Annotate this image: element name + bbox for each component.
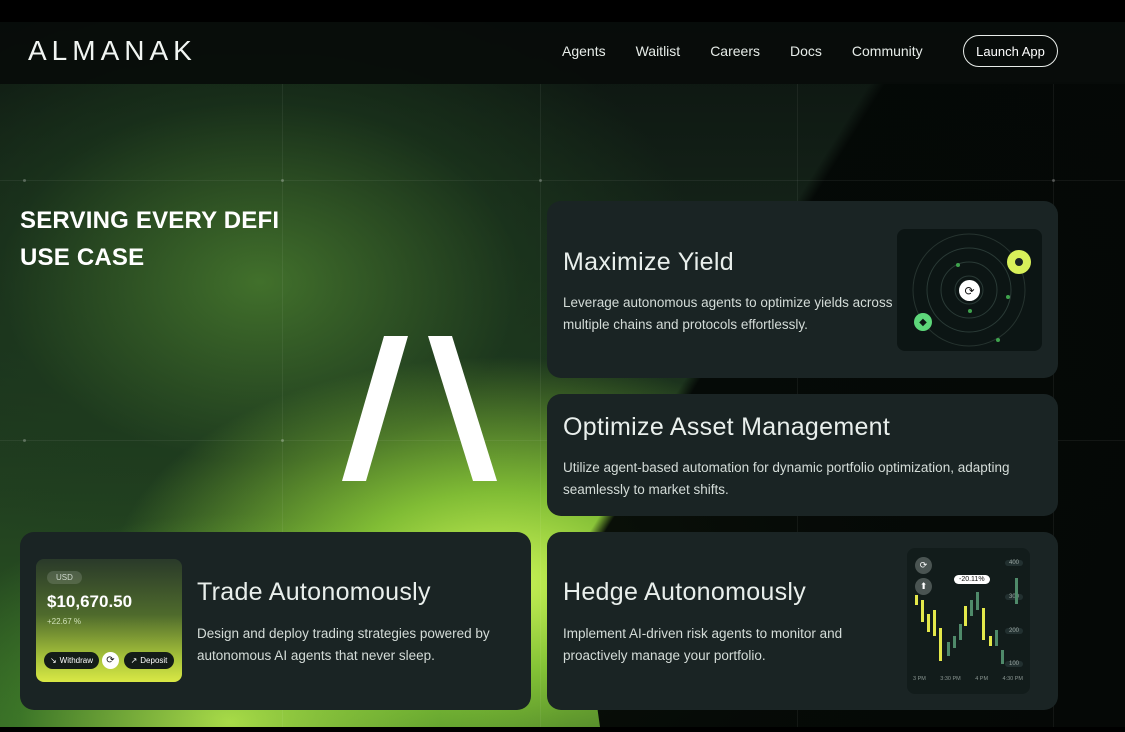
- card-description: Design and deploy trading strategies pow…: [197, 626, 490, 663]
- x-tick: 4:30 PM: [1002, 676, 1023, 682]
- candles-graphic: [915, 578, 1018, 664]
- wallet-change: +22.67 %: [47, 617, 82, 626]
- hero-headline-line1: SERVING EVERY DEFI: [20, 207, 280, 234]
- ethereum-icon: ◆: [914, 313, 932, 331]
- nav-link-community[interactable]: Community: [852, 43, 923, 59]
- nav-link-agents[interactable]: Agents: [562, 43, 606, 59]
- currency-badge: USD: [47, 571, 82, 584]
- card-title: Maximize Yield: [563, 248, 734, 276]
- card-maximize-yield[interactable]: Maximize Yield Leverage autonomous agent…: [547, 201, 1058, 378]
- hero-headline-line2: USE CASE: [20, 244, 145, 271]
- bottom-edge: [0, 727, 1125, 732]
- card-optimize-asset-management[interactable]: Optimize Asset Management Utilize agent-…: [547, 394, 1058, 516]
- grid-dot: [23, 179, 26, 182]
- grid-dot: [281, 179, 284, 182]
- almanak-mark-icon: [342, 336, 497, 481]
- grid-dot: [1052, 179, 1055, 182]
- orbit-illustration: ⟳ ◆: [897, 229, 1042, 351]
- almanak-logo[interactable]: ALMANAK: [28, 35, 197, 67]
- nav-link-careers[interactable]: Careers: [710, 43, 760, 59]
- card-description: Implement AI-driven risk agents to monit…: [563, 626, 843, 663]
- deposit-label: Deposit: [140, 656, 168, 665]
- yield-token-icon: [1007, 250, 1031, 274]
- hero-headline: SERVING EVERY DEFI USE CASE: [20, 202, 279, 276]
- grid-dot: [281, 439, 284, 442]
- nav-link-docs[interactable]: Docs: [790, 43, 822, 59]
- launch-app-button[interactable]: Launch App: [963, 35, 1058, 67]
- wallet-balance: $10,670.50: [47, 592, 133, 611]
- withdraw-button[interactable]: ↘ Withdraw: [44, 652, 99, 669]
- nav-link-waitlist[interactable]: Waitlist: [636, 43, 681, 59]
- card-description: Utilize agent-based automation for dynam…: [563, 460, 1010, 497]
- candlestick-illustration: ⟳ ⬆ -20.11% 400 300 200 100 3 PM 3:30 PM…: [907, 548, 1030, 694]
- grid-dot: [539, 179, 542, 182]
- top-edge: [0, 0, 1125, 22]
- card-hedge-autonomously[interactable]: Hedge Autonomously Implement AI-driven r…: [547, 532, 1058, 710]
- wallet-widget: USD $10,670.50 +22.67 % ↘ Withdraw ⟳ ↗ D…: [36, 559, 182, 682]
- x-tick: 3 PM: [913, 676, 926, 682]
- card-title: Optimize Asset Management: [563, 413, 891, 441]
- withdraw-arrow-icon: ↘: [49, 656, 57, 665]
- card-trade-autonomously[interactable]: USD $10,670.50 +22.67 % ↘ Withdraw ⟳ ↗ D…: [20, 532, 531, 710]
- grid-dot: [23, 439, 26, 442]
- deposit-arrow-icon: ↗: [130, 656, 138, 665]
- withdraw-label: Withdraw: [59, 656, 94, 665]
- card-description: Leverage autonomous agents to optimize y…: [563, 295, 893, 332]
- x-tick: 3:30 PM: [940, 676, 961, 682]
- nav-links: Agents Waitlist Careers Docs Community: [562, 43, 923, 59]
- swap-icon[interactable]: ⟳: [102, 652, 119, 669]
- card-title: Hedge Autonomously: [563, 578, 807, 606]
- grid-line: [0, 180, 1125, 181]
- card-title: Trade Autonomously: [197, 578, 431, 606]
- refresh-icon: ⟳: [959, 280, 980, 301]
- top-navigation: ALMANAK Agents Waitlist Careers Docs Com…: [0, 22, 1125, 84]
- deposit-button[interactable]: ↗ Deposit: [124, 652, 174, 669]
- x-tick: 4 PM: [975, 676, 989, 682]
- x-axis-labels: 3 PM 3:30 PM 4 PM 4:30 PM: [913, 676, 1023, 682]
